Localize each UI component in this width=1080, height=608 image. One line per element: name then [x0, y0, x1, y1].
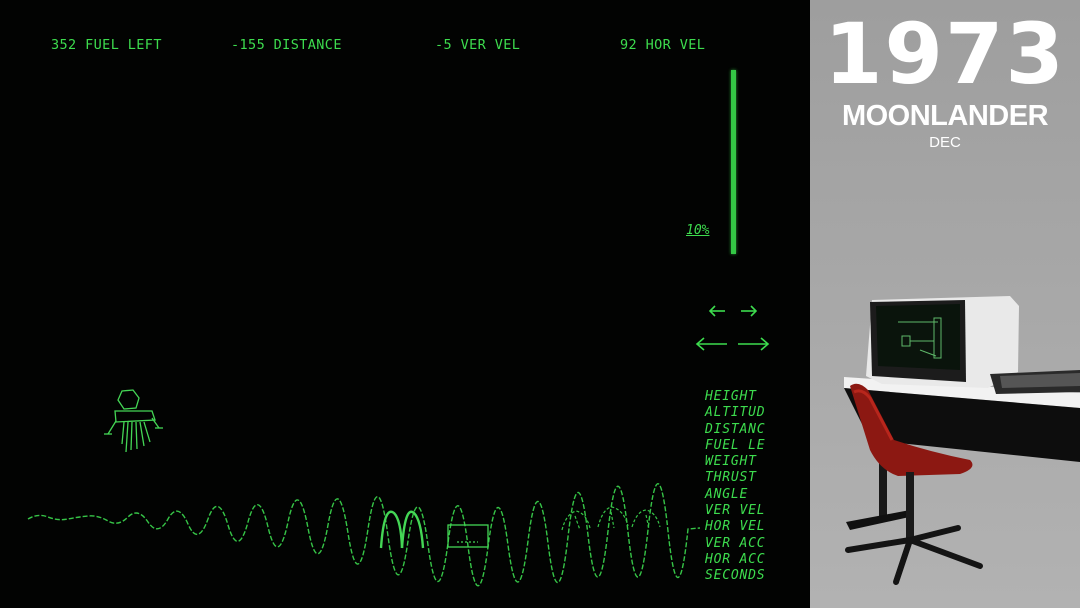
lunar-terrain — [27, 483, 701, 587]
menu-item-fuel[interactable]: FUEL LE — [705, 438, 765, 454]
menu-item-horizontal-acceleration[interactable]: HOR ACC — [705, 552, 765, 568]
menu-item-seconds[interactable]: SECONDS — [705, 568, 765, 584]
info-panel: 1973 MOONLANDER DEC — [810, 0, 1080, 608]
menu-item-vertical-acceleration[interactable]: VER ACC — [705, 536, 765, 552]
vintage-terminal-photo — [844, 296, 1080, 585]
menu-item-thrust[interactable]: THRUST — [705, 470, 765, 486]
large-left-arrow-icon[interactable] — [695, 337, 727, 351]
menu-item-height[interactable]: HEIGHT — [705, 389, 765, 405]
menu-item-angle[interactable]: ANGLE — [705, 487, 765, 503]
small-right-arrow-icon[interactable] — [741, 305, 758, 317]
menu-item-horizontal-velocity[interactable]: HOR VEL — [705, 519, 765, 535]
menu-item-vertical-velocity[interactable]: VER VEL — [705, 503, 765, 519]
menu-item-weight[interactable]: WEIGHT — [705, 454, 765, 470]
small-left-arrow-icon[interactable] — [708, 305, 725, 317]
game-screen: 352 FUEL LEFT -155 DISTANCE -5 VER VEL 9… — [0, 0, 810, 608]
lunar-lander-sprite — [104, 389, 163, 453]
menu-item-distance[interactable]: DISTANC — [705, 422, 765, 438]
flight-parameter-menu: HEIGHT ALTITUD DISTANC FUEL LE WEIGHT TH… — [705, 389, 765, 585]
large-right-arrow-icon[interactable] — [738, 337, 770, 351]
game-vector-layer — [27, 305, 770, 587]
menu-item-altitude[interactable]: ALTITUD — [705, 405, 765, 421]
